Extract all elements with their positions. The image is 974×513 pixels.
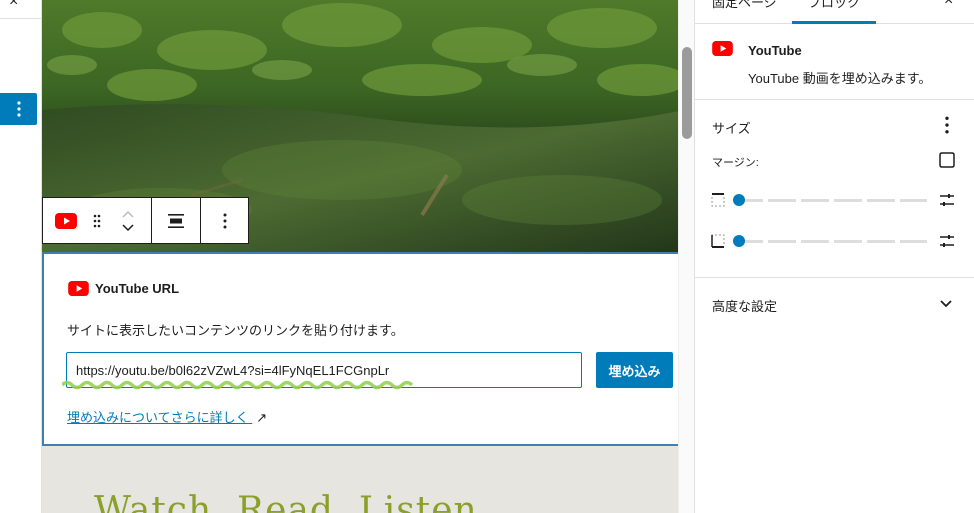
- advanced-panel-toggle[interactable]: 高度な設定: [695, 278, 974, 330]
- external-link-icon: ↗: [256, 410, 268, 425]
- link-sides-icon[interactable]: [939, 152, 955, 168]
- youtube-icon: [68, 281, 89, 296]
- placeholder-title: YouTube URL: [95, 281, 180, 296]
- block-options-button[interactable]: [0, 93, 37, 125]
- align-button[interactable]: [152, 198, 200, 243]
- close-editor-icon[interactable]: ×: [9, 0, 25, 10]
- size-panel: サイズ マージン:: [695, 100, 974, 278]
- rail-divider: [0, 18, 42, 19]
- highlight-squiggle: [62, 380, 414, 390]
- tab-page[interactable]: 固定ページ: [712, 0, 777, 11]
- chevron-down-icon[interactable]: [122, 223, 134, 231]
- block-card-description: YouTube 動画を埋め込みます。: [748, 71, 932, 86]
- canvas-scrollbar-thumb[interactable]: [682, 47, 692, 139]
- embed-button[interactable]: 埋め込み: [596, 352, 673, 388]
- custom-value-icon[interactable]: [939, 233, 955, 249]
- learn-more-link[interactable]: 埋め込みについてさらに詳しく ↗: [67, 407, 267, 426]
- more-vertical-icon[interactable]: [939, 116, 955, 134]
- block-card-title: YouTube: [748, 43, 802, 58]
- close-sidebar-icon[interactable]: ×: [944, 0, 953, 10]
- size-panel-title: サイズ: [712, 121, 751, 136]
- margin-top-slider-thumb[interactable]: [733, 194, 745, 206]
- align-wide-icon: [168, 213, 184, 228]
- block-card: YouTube YouTube 動画を埋め込みます。: [695, 24, 974, 100]
- margin-top-icon: [711, 193, 725, 207]
- youtube-icon: [712, 41, 733, 56]
- placeholder-description: サイトに表示したいコンテンツのリンクを貼り付けます。: [67, 323, 404, 338]
- block-type-button[interactable]: [43, 198, 89, 243]
- more-vertical-icon: [223, 213, 227, 228]
- toolbar-options-button[interactable]: [201, 198, 249, 243]
- margin-bottom-slider-thumb[interactable]: [733, 235, 745, 247]
- placeholder-header: YouTube URL: [68, 281, 179, 296]
- drag-handle-icon: [93, 214, 101, 227]
- margin-bottom-track[interactable]: [735, 240, 927, 243]
- drag-handle-button[interactable]: [89, 198, 105, 243]
- editor-left-rail: ×: [0, 0, 42, 513]
- advanced-panel-title: 高度な設定: [712, 299, 778, 314]
- youtube-embed-placeholder: YouTube URL サイトに表示したいコンテンツのリンクを貼り付けます。 埋…: [42, 252, 694, 446]
- toolbar-group-align: [152, 198, 201, 243]
- chevron-down-icon: [940, 300, 952, 308]
- margin-top-slider-row: [710, 190, 962, 210]
- margin-label: マージン:: [712, 157, 759, 169]
- custom-value-icon[interactable]: [939, 192, 955, 208]
- page-heading-partial: Watch, Read, Listen: [94, 490, 478, 513]
- move-buttons: [105, 198, 151, 243]
- toolbar-group-block: [43, 198, 152, 243]
- margin-bottom-icon: [711, 234, 725, 248]
- chevron-up-icon[interactable]: [122, 210, 134, 218]
- block-toolbar: [42, 197, 249, 244]
- youtube-icon: [55, 212, 77, 229]
- sidebar-tabs: 固定ページ ブロック ×: [695, 0, 974, 24]
- settings-sidebar: 固定ページ ブロック × YouTube YouTube 動画を埋め込みます。 …: [694, 0, 974, 513]
- toolbar-group-options: [201, 198, 249, 243]
- more-vertical-icon: [16, 101, 21, 117]
- margin-top-track[interactable]: [735, 199, 927, 202]
- tab-block[interactable]: ブロック: [808, 0, 860, 11]
- editor-canvas: YouTube URL サイトに表示したいコンテンツのリンクを貼り付けます。 埋…: [42, 0, 694, 513]
- margin-bottom-slider-row: [710, 231, 962, 251]
- learn-more-text: 埋め込みについてさらに詳しく: [67, 410, 249, 425]
